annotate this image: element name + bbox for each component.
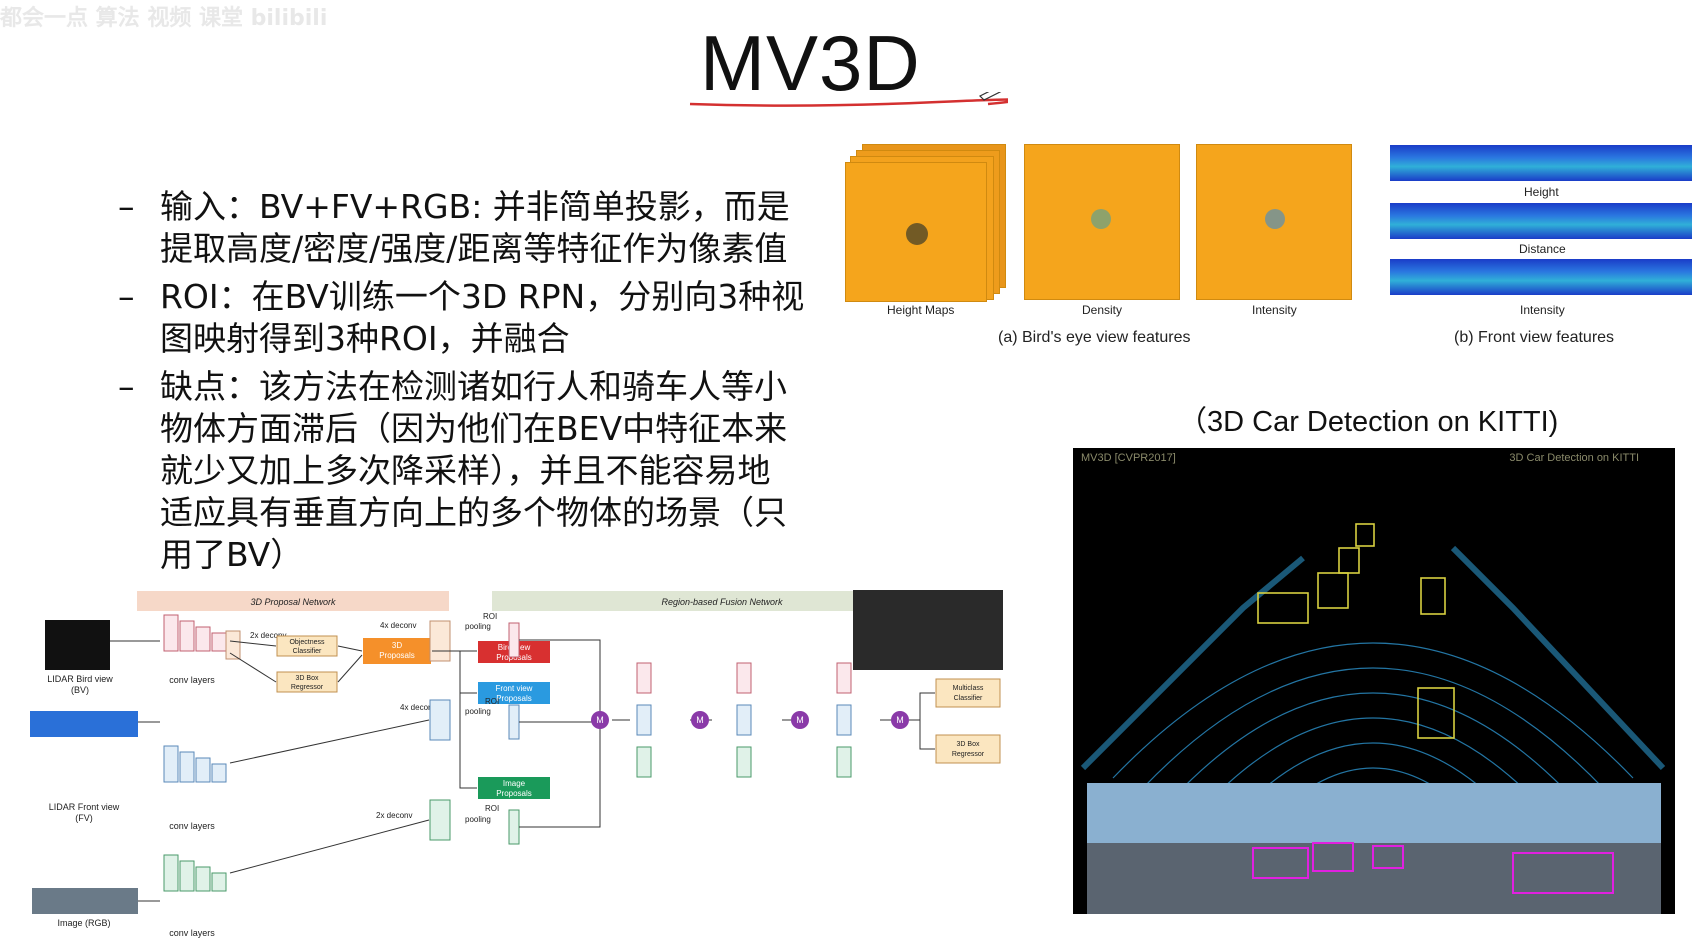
bv-input-abbr: (BV): [71, 685, 89, 695]
objectness-label-1: Objectness: [289, 639, 325, 646]
bv-roi-block: [508, 622, 520, 658]
box3d-label-1: 3D Box: [957, 741, 980, 748]
fv-intensity-image: [1390, 259, 1692, 295]
density-map-image: [1024, 144, 1180, 300]
bullet-line: 输入：BV+FV+RGB: 并非简单投影，而是: [160, 187, 790, 226]
fv-input-image: [30, 711, 138, 737]
fv-height-image: [1390, 145, 1692, 181]
proposal-network-label: 3D Proposal Network: [250, 597, 336, 607]
bullet-line: 图映射得到3种ROI，并融合: [160, 319, 570, 358]
3d-proposals-label-2: Proposals: [379, 651, 415, 660]
watermark: 都会一点 算法 视频 课堂 bilibili: [0, 6, 328, 31]
bullet-line: 就少又加上多次降采样），并且不能容易地: [160, 451, 771, 490]
kitti-detection-image: MV3D [CVPR2017] 3D Car Detection on KITT…: [1073, 448, 1675, 914]
merge-symbol: M: [596, 715, 604, 725]
bullet-roi: – ROI：在BV训练一个3D RPN，分别向3种视 图映射得到3种ROI，并融…: [118, 276, 838, 360]
img-proposals-label-1: Image: [503, 779, 526, 788]
point-cloud-visual: [1080, 523, 1666, 914]
fv-input-abbr: (FV): [75, 813, 93, 823]
multiclass-classifier-box: [935, 678, 1001, 708]
bullet-line: 缺点：该方法在检测诸如行人和骑车人等小: [160, 367, 787, 406]
box-regressor-label-2: Regressor: [291, 684, 324, 691]
bullet-line: 用了BV）: [160, 535, 304, 574]
bullet-dash: –: [118, 277, 135, 316]
bv-conv-stack: [163, 614, 227, 652]
fv-4x-deconv-block: [429, 699, 451, 741]
img-proposals-label-2: Proposals: [496, 789, 532, 798]
fv-distance-label: Distance: [1519, 242, 1566, 256]
objectness-label-2: Classifier: [293, 648, 322, 655]
box3d-label-2: Regressor: [952, 751, 985, 758]
mv3d-network-diagram: 3D Proposal Network Region-based Fusion …: [30, 590, 1003, 938]
fv-distance-image: [1390, 203, 1692, 239]
rgb-conv-label: conv layers: [169, 928, 215, 938]
bullet-dash: –: [118, 187, 135, 226]
density-label: Density: [1082, 303, 1123, 317]
output-connectors: [909, 692, 935, 750]
bv-4x-deconv-block: [429, 620, 451, 662]
bv-input-image: [45, 620, 110, 670]
rgb-roi-label-2: pooling: [465, 815, 491, 824]
fv-roi-label-2: pooling: [465, 707, 491, 716]
box-regressor-label-1: 3D Box: [296, 675, 319, 682]
title-underline: [689, 92, 1008, 107]
fv-caption: (b) Front view features: [1454, 329, 1615, 346]
fv-conv-label: conv layers: [169, 821, 215, 831]
box3d-regressor-box: [935, 734, 1001, 764]
rgb-2x-deconv-label: 2x deconv: [376, 811, 412, 820]
intensity-map-image: [1196, 144, 1352, 300]
merge-symbol: M: [696, 715, 704, 725]
rgb-2x-deconv-block: [429, 799, 451, 841]
fv-intensity-label: Intensity: [1520, 303, 1565, 317]
merge-symbol: M: [896, 715, 904, 725]
rgb-input-image: [32, 888, 138, 914]
fusion-blocks: [636, 662, 852, 778]
fv-roi-label-1: ROI: [485, 697, 499, 706]
rgb-roi-label-1: ROI: [485, 804, 499, 813]
3d-proposals-label-1: 3D: [392, 641, 402, 650]
fusion-network-label: Region-based Fusion Network: [661, 597, 783, 607]
bv-input-label: LIDAR Bird view: [47, 674, 113, 684]
bv-4x-deconv-label: 4x deconv: [380, 621, 416, 630]
fv-proposals-label-1: Front view: [496, 684, 533, 693]
network-connectors: [110, 639, 904, 902]
bullet-dash: –: [118, 367, 135, 406]
fv-input-label: LIDAR Front view: [49, 802, 120, 812]
height-maps-label: Height Maps: [887, 303, 955, 317]
bev-caption: (a) Bird's eye view features: [998, 329, 1191, 346]
output-image: [853, 590, 1003, 670]
bullet-line: 提取高度/密度/强度/距离等特征作为像素值: [160, 229, 788, 268]
height-map-image: [845, 162, 987, 302]
camera-sky: [1087, 783, 1661, 843]
kitti-caption: （3D Car Detection on KITTI): [1178, 406, 1559, 438]
bv-roi-label-2: pooling: [465, 622, 491, 631]
bullet-line: 物体方面滞后（因为他们在BEV中特征本来: [160, 409, 788, 448]
fv-conv-stack: [163, 745, 227, 783]
intensity-label: Intensity: [1252, 303, 1297, 317]
fv-proposals-label-2: Proposals: [496, 694, 532, 703]
fv-roi-block: [508, 704, 520, 740]
multiclass-label-1: Multiclass: [953, 685, 984, 692]
bullet-line: ROI：在BV训练一个3D RPN，分别向3种视: [160, 277, 805, 316]
merge-symbol: M: [796, 715, 804, 725]
bv-roi-label-1: ROI: [483, 612, 497, 621]
bullet-input: – 输入：BV+FV+RGB: 并非简单投影，而是 提取高度/密度/强度/距离等…: [118, 186, 838, 270]
rgb-roi-block: [508, 809, 520, 845]
bullet-line: 适应具有垂直方向上的多个物体的场景（只: [160, 493, 787, 532]
rgb-input-label: Image (RGB): [57, 918, 110, 928]
fv-height-label: Height: [1524, 185, 1559, 199]
bv-conv-label: conv layers: [169, 675, 215, 685]
multiclass-label-2: Classifier: [954, 695, 983, 702]
bullet-drawback: – 缺点：该方法在检测诸如行人和骑车人等小 物体方面滞后（因为他们在BEV中特征…: [118, 366, 838, 576]
rgb-conv-stack: [163, 854, 227, 892]
